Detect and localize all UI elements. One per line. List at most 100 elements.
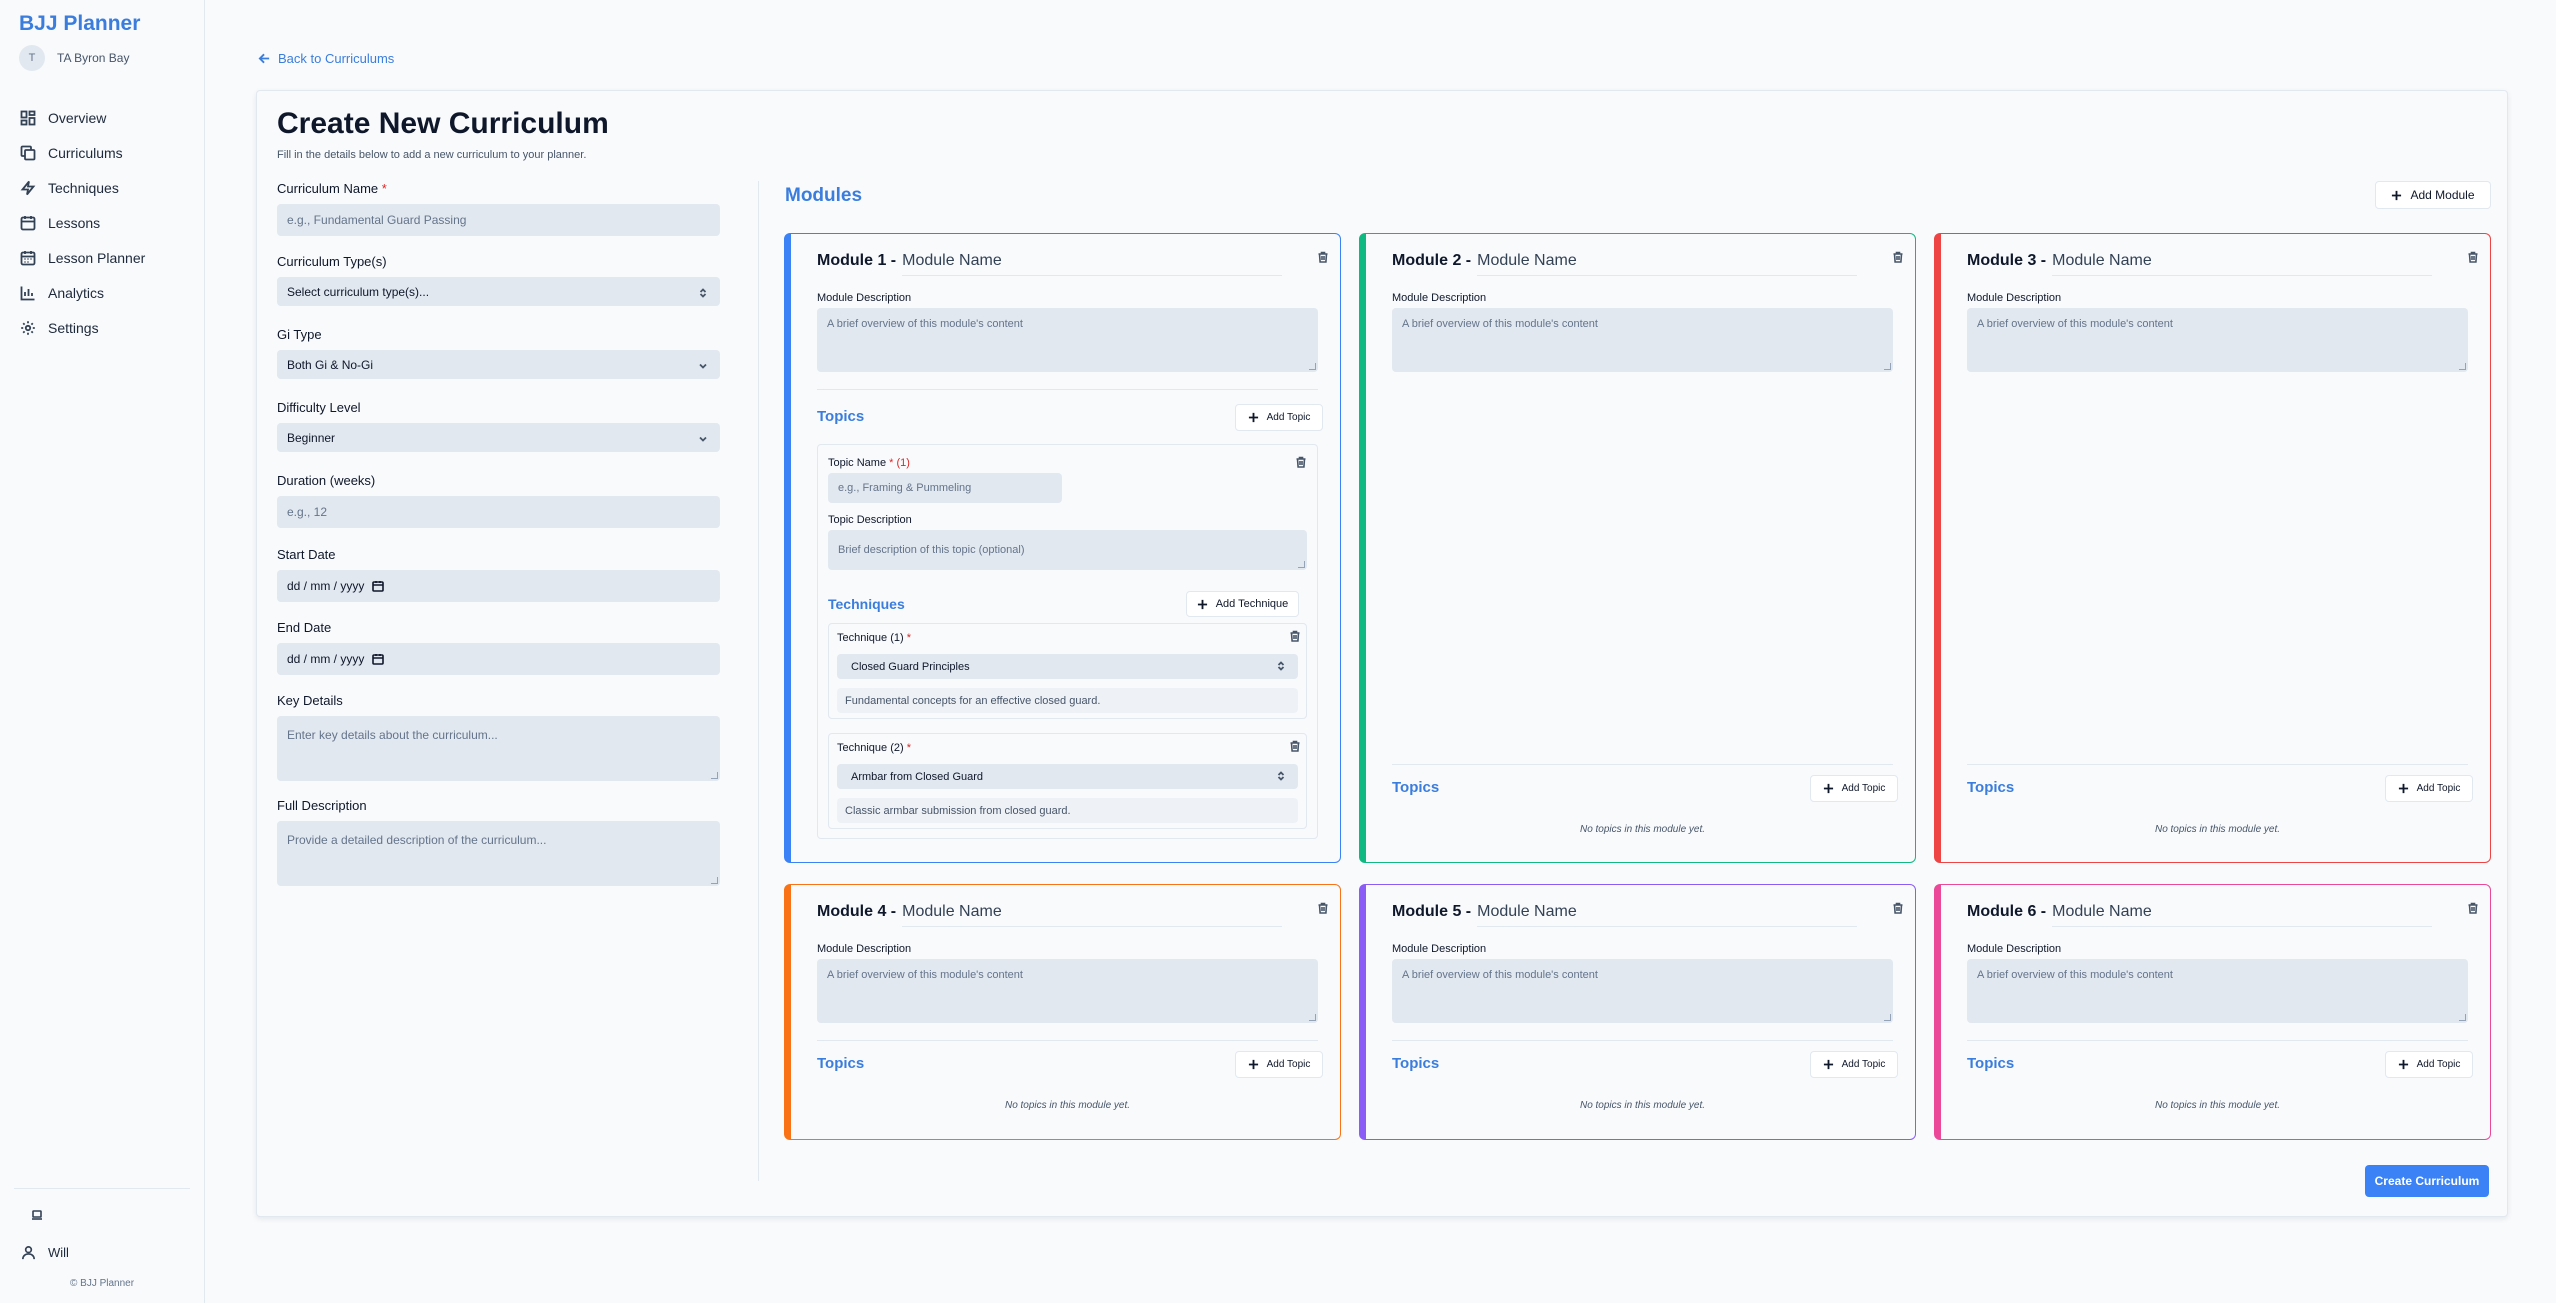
module-description-textarea[interactable]: A brief overview of this module's conten… — [1392, 308, 1893, 372]
sidebar-item-analytics[interactable]: Analytics — [20, 275, 190, 310]
module-card-4: Module 4 - Module Name Module Descriptio… — [784, 884, 1341, 1140]
module-name-input[interactable]: Module Name — [2052, 252, 2433, 276]
delete-module-icon[interactable] — [1892, 901, 1904, 914]
create-curriculum-button[interactable]: Create Curriculum — [2365, 1165, 2489, 1197]
key-details-textarea[interactable]: Enter key details about the curriculum..… — [277, 716, 720, 781]
delete-module-icon[interactable] — [1317, 250, 1329, 263]
add-topic-label: Add Topic — [1841, 783, 1886, 794]
add-topic-button[interactable]: Add Topic — [1235, 1051, 1323, 1078]
resize-handle[interactable] — [1309, 363, 1316, 370]
duration-input[interactable]: e.g., 12 — [277, 496, 720, 528]
add-topic-button[interactable]: Add Topic — [1810, 775, 1898, 802]
org-name: TA Byron Bay — [57, 51, 130, 65]
sidebar-item-lessons[interactable]: Lessons — [20, 205, 190, 240]
module-divider — [1967, 764, 2468, 765]
add-topic-button[interactable]: Add Topic — [1810, 1051, 1898, 1078]
add-topic-button[interactable]: Add Topic — [1235, 404, 1323, 431]
module-divider — [1392, 1040, 1893, 1041]
add-module-button[interactable]: Add Module — [2375, 181, 2491, 209]
topic-card-1: Topic Name * (1) e.g., Framing & Pummeli… — [817, 444, 1318, 839]
delete-module-icon[interactable] — [2467, 250, 2479, 263]
chevron-up-down-icon — [1276, 771, 1286, 784]
sidebar-item-settings[interactable]: Settings — [20, 310, 190, 345]
topics-heading: Topics — [817, 408, 865, 425]
delete-module-icon[interactable] — [2467, 901, 2479, 914]
sidebar-item-lesson-planner[interactable]: Lesson Planner — [20, 240, 190, 275]
difficulty-select[interactable]: Beginner — [277, 423, 720, 452]
module-name-input[interactable]: Module Name — [902, 903, 1283, 927]
module-divider — [817, 1040, 1318, 1041]
chevron-up-down-icon — [1276, 661, 1286, 674]
delete-module-icon[interactable] — [1317, 901, 1329, 914]
user-name: Will — [48, 1245, 69, 1260]
start-date-input[interactable]: dd / mm / yyyy — [277, 570, 720, 602]
curriculum-name-input[interactable]: e.g., Fundamental Guard Passing — [277, 204, 720, 236]
module-name-input[interactable]: Module Name — [902, 252, 1283, 276]
module-description-textarea[interactable]: A brief overview of this module's conten… — [1967, 308, 2468, 372]
technique-select[interactable]: Armbar from Closed Guard — [837, 764, 1298, 789]
topics-heading: Topics — [1967, 779, 2015, 796]
sidebar-divider — [14, 1188, 190, 1189]
laptop-icon — [32, 1210, 42, 1220]
delete-module-icon[interactable] — [1892, 250, 1904, 263]
module-description-placeholder: A brief overview of this module's conten… — [1977, 969, 2173, 981]
delete-technique-icon[interactable] — [1289, 739, 1301, 752]
user-menu[interactable]: Will — [21, 1245, 69, 1260]
sidebar-item-techniques[interactable]: Techniques — [20, 170, 190, 205]
topic-description-textarea[interactable]: Brief description of this topic (optiona… — [828, 530, 1307, 570]
back-to-curriculums-link[interactable]: Back to Curriculums — [258, 51, 394, 66]
back-link-label: Back to Curriculums — [278, 51, 395, 66]
end-date-input[interactable]: dd / mm / yyyy — [277, 643, 720, 675]
delete-technique-icon[interactable] — [1289, 629, 1301, 642]
resize-handle[interactable] — [711, 877, 718, 884]
curriculum-type-select[interactable]: Select curriculum type(s)... — [277, 277, 720, 306]
resize-handle[interactable] — [1884, 1014, 1891, 1021]
resize-handle[interactable] — [1884, 363, 1891, 370]
topic-name-label: Topic Name * (1) — [828, 457, 910, 469]
module-description-textarea[interactable]: A brief overview of this module's conten… — [1967, 959, 2468, 1023]
sidebar-item-label: Lesson Planner — [48, 249, 146, 266]
gi-type-select[interactable]: Both Gi & No-Gi — [277, 350, 720, 379]
add-topic-button[interactable]: Add Topic — [2385, 775, 2473, 802]
technique-card-1: Technique (1) * Closed Guard Principles … — [828, 623, 1307, 719]
module-name-input[interactable]: Module Name — [1477, 903, 1858, 927]
add-topic-button[interactable]: Add Topic — [2385, 1051, 2473, 1078]
module-description-placeholder: A brief overview of this module's conten… — [1402, 318, 1598, 330]
module-name-input[interactable]: Module Name — [2052, 903, 2433, 927]
resize-handle[interactable] — [1298, 561, 1305, 568]
org-avatar: T — [19, 45, 45, 71]
theme-toggle-button[interactable] — [31, 1208, 45, 1222]
calendar-icon[interactable] — [372, 653, 385, 665]
technique-select[interactable]: Closed Guard Principles — [837, 654, 1298, 679]
add-technique-button[interactable]: Add Technique — [1186, 591, 1299, 617]
module-description-label: Module Description — [1392, 943, 1487, 955]
delete-topic-icon[interactable] — [1295, 455, 1307, 468]
module-name-input[interactable]: Module Name — [1477, 252, 1858, 276]
topic-name-input[interactable]: e.g., Framing & Pummeling — [828, 473, 1062, 503]
copy-icon — [20, 145, 36, 160]
org-switcher[interactable]: T TA Byron Bay — [19, 45, 129, 71]
brand-logo[interactable]: BJJ Planner — [19, 12, 140, 36]
key-details-field: Key Details Enter key details about the … — [277, 693, 720, 781]
resize-handle[interactable] — [1309, 1014, 1316, 1021]
module-description-textarea[interactable]: A brief overview of this module's conten… — [817, 959, 1318, 1023]
sidebar-item-curriculums[interactable]: Curriculums — [20, 135, 190, 170]
start-date-field: Start Date dd / mm / yyyy — [277, 547, 720, 602]
module-description-textarea[interactable]: A brief overview of this module's conten… — [1392, 959, 1893, 1023]
bar-chart-icon — [20, 286, 35, 300]
start-date-value: dd / mm / yyyy — [287, 579, 365, 593]
arrow-left-icon — [258, 53, 270, 64]
resize-handle[interactable] — [711, 772, 718, 779]
calendar-icon[interactable] — [372, 580, 385, 592]
resize-handle[interactable] — [2459, 363, 2466, 370]
sidebar: BJJ Planner T TA Byron Bay Overview Curr… — [0, 0, 205, 1303]
full-description-textarea[interactable]: Provide a detailed description of the cu… — [277, 821, 720, 886]
resize-handle[interactable] — [2459, 1014, 2466, 1021]
sidebar-item-overview[interactable]: Overview — [20, 100, 190, 135]
curriculum-type-field: Curriculum Type(s) Select curriculum typ… — [277, 254, 720, 306]
sidebar-item-label: Settings — [48, 319, 99, 336]
technique-value: Armbar from Closed Guard — [851, 770, 984, 783]
module-description-textarea[interactable]: A brief overview of this module's conten… — [817, 308, 1318, 372]
key-details-placeholder: Enter key details about the curriculum..… — [287, 728, 498, 742]
topics-heading: Topics — [1967, 1055, 2015, 1072]
